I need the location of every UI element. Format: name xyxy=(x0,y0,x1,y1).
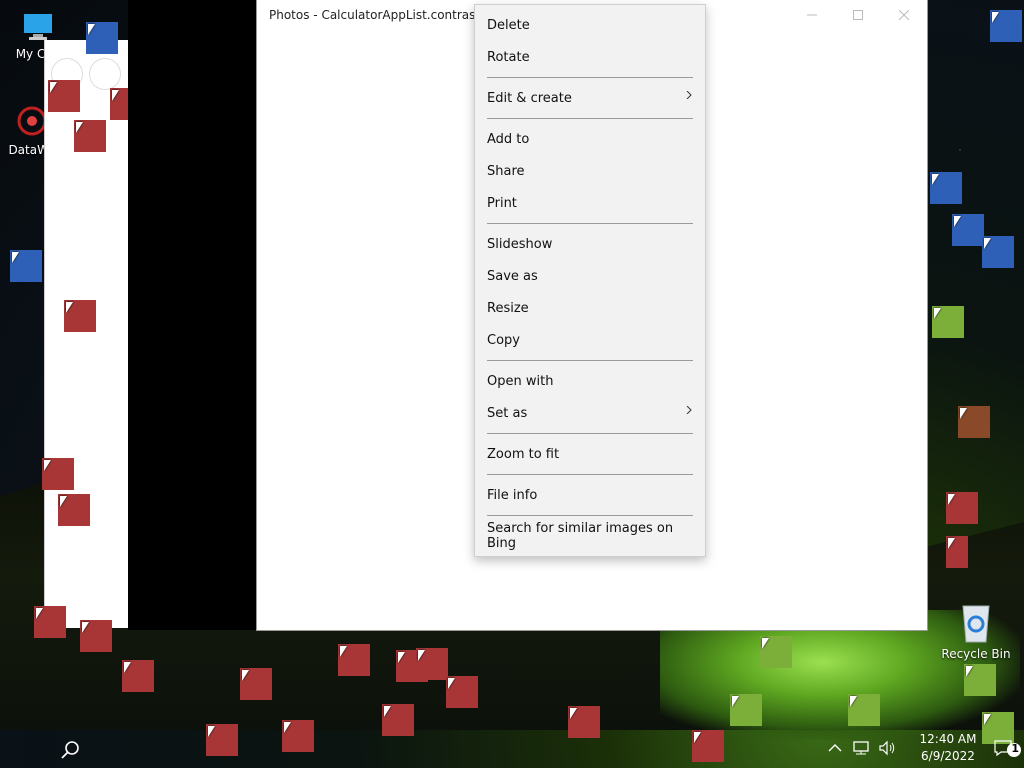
desktop-icon-label: Recycle Bin xyxy=(941,647,1011,661)
menu-item-edit-create[interactable]: Edit & create xyxy=(487,82,693,114)
artifact-tile xyxy=(946,492,978,524)
menu-item-label: Set as xyxy=(487,405,528,421)
window-controls xyxy=(789,0,927,30)
maximize-icon xyxy=(853,10,863,20)
menu-item-label: Rotate xyxy=(487,49,530,65)
artifact-tile xyxy=(122,660,154,692)
chevron-right-icon xyxy=(686,406,692,414)
artifact-tile xyxy=(964,664,996,696)
menu-item-label: File info xyxy=(487,487,538,503)
artifact-tile xyxy=(80,620,112,652)
artifact-tile xyxy=(930,172,962,204)
minimize-icon xyxy=(807,14,817,16)
window-title: Photos - CalculatorAppList.contrast-bla xyxy=(269,8,503,22)
menu-separator xyxy=(487,118,693,119)
menu-item-label: Edit & create xyxy=(487,90,572,106)
artifact-tile xyxy=(110,88,128,120)
menu-separator xyxy=(487,433,693,434)
taskbar: 12:40 AM 6/9/2022 1 xyxy=(0,728,1024,768)
system-tray: 12:40 AM 6/9/2022 1 xyxy=(822,728,1024,768)
menu-item-label: Delete xyxy=(487,17,530,33)
artifact-tile xyxy=(952,214,984,246)
menu-item-rotate[interactable]: Rotate xyxy=(487,41,693,73)
menu-item-save-as[interactable]: Save as xyxy=(487,260,693,292)
menu-separator xyxy=(487,77,693,78)
artifact-tile xyxy=(240,668,272,700)
taskbar-clock[interactable]: 12:40 AM 6/9/2022 xyxy=(908,731,988,765)
artifact-tile xyxy=(64,300,96,332)
computer-icon xyxy=(21,10,55,44)
menu-item-set-as[interactable]: Set as xyxy=(487,397,693,429)
artifact-tile xyxy=(416,648,448,680)
desktop-icon-recycle-bin[interactable]: Recycle Bin xyxy=(938,602,1014,661)
artifact-tile xyxy=(86,22,118,54)
menu-item-copy[interactable]: Copy xyxy=(487,324,693,356)
menu-separator xyxy=(487,360,693,361)
artifact-tile xyxy=(982,236,1014,268)
recycle-bin-icon xyxy=(957,602,995,644)
artifact-tile xyxy=(34,606,66,638)
artifact-tile xyxy=(932,306,964,338)
artifact-tile xyxy=(958,406,990,438)
notification-count: 1 xyxy=(1011,742,1019,755)
menu-item-open-with[interactable]: Open with xyxy=(487,365,693,397)
artifact-tile xyxy=(446,676,478,708)
menu-item-resize[interactable]: Resize xyxy=(487,292,693,324)
menu-item-share[interactable]: Share xyxy=(487,155,693,187)
clock-date: 6/9/2022 xyxy=(921,749,975,763)
context-menu: Delete Rotate Edit & create Add to Share… xyxy=(474,4,706,557)
menu-item-label: Search for similar images on Bing xyxy=(487,521,674,551)
minimize-button[interactable] xyxy=(789,0,835,30)
chevron-up-icon[interactable] xyxy=(825,738,845,758)
chevron-right-icon xyxy=(686,91,692,99)
menu-item-label: Zoom to fit xyxy=(487,446,560,462)
menu-item-print[interactable]: Print xyxy=(487,187,693,219)
artifact-tile xyxy=(10,250,42,282)
close-button[interactable] xyxy=(881,0,927,30)
menu-separator xyxy=(487,223,693,224)
menu-separator xyxy=(487,515,693,516)
menu-item-label: Save as xyxy=(487,268,538,284)
menu-item-file-info[interactable]: File info xyxy=(487,479,693,511)
menu-item-label: Add to xyxy=(487,131,530,147)
forward-icon[interactable] xyxy=(89,58,121,90)
menu-item-label: Print xyxy=(487,195,517,211)
artifact-tile xyxy=(74,120,106,152)
notification-button[interactable]: 1 xyxy=(992,738,1024,758)
clock-time: 12:40 AM xyxy=(919,732,977,746)
artifact-tile xyxy=(42,458,74,490)
menu-item-zoom-to-fit[interactable]: Zoom to fit xyxy=(487,438,693,470)
network-icon[interactable] xyxy=(851,738,871,758)
artifact-tile xyxy=(848,694,880,726)
artifact-tile xyxy=(730,694,762,726)
close-icon xyxy=(899,10,909,20)
menu-item-label: Copy xyxy=(487,332,520,348)
artifact-tile xyxy=(946,536,968,568)
photos-image-backdrop xyxy=(128,0,258,630)
volume-icon[interactable] xyxy=(877,738,897,758)
notification-icon xyxy=(994,740,1021,757)
menu-item-label: Open with xyxy=(487,373,554,389)
artifact-tile xyxy=(990,10,1022,42)
menu-item-search-bing[interactable]: Search for similar images on Bing xyxy=(487,520,693,552)
menu-item-label: Resize xyxy=(487,300,529,316)
artifact-tile xyxy=(58,494,90,526)
menu-item-add-to[interactable]: Add to xyxy=(487,123,693,155)
menu-item-label: Share xyxy=(487,163,525,179)
maximize-button[interactable] xyxy=(835,0,881,30)
menu-item-label: Slideshow xyxy=(487,236,553,252)
artifact-tile xyxy=(48,80,80,112)
artifact-tile xyxy=(760,636,792,668)
menu-separator xyxy=(487,474,693,475)
menu-item-slideshow[interactable]: Slideshow xyxy=(487,228,693,260)
search-icon[interactable] xyxy=(58,738,82,762)
menu-item-delete[interactable]: Delete xyxy=(487,9,693,41)
artifact-tile xyxy=(338,644,370,676)
